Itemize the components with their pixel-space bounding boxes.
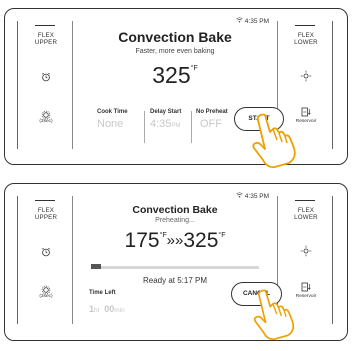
flex-upper-label[interactable]: FLEX UPPER bbox=[18, 32, 74, 46]
time-left: Time Left 1hr 00min bbox=[89, 290, 125, 317]
oven-panel-setup: FLEX UPPER (3sec) FLEX LOWER Reservoir 4… bbox=[4, 8, 348, 168]
current-temperature: 175 bbox=[124, 229, 160, 252]
alarm-clock-icon[interactable] bbox=[18, 244, 74, 262]
alarm-clock-icon[interactable] bbox=[18, 69, 74, 87]
preheat-status: Preheating... bbox=[155, 217, 195, 224]
temperature-progress-readout: 175°F»»325°F bbox=[77, 229, 273, 253]
target-temperature-unit: °F bbox=[218, 232, 226, 239]
progress-track bbox=[91, 265, 259, 269]
flex-upper-label[interactable]: FLEX UPPER bbox=[18, 207, 74, 221]
delay-start-option[interactable]: Delay Start 4:35PM bbox=[150, 109, 181, 149]
no-preheat-value: OFF bbox=[200, 118, 222, 130]
flex-lower-label[interactable]: FLEX LOWER bbox=[278, 207, 334, 221]
flex-upper-indicator bbox=[35, 25, 55, 27]
flex-upper-indicator bbox=[35, 200, 55, 202]
no-preheat-label: No Preheat bbox=[196, 109, 228, 115]
settings-hold-label: (3sec) bbox=[39, 119, 53, 124]
clock-time: 4:35 PM bbox=[244, 193, 269, 200]
delay-start-label: Delay Start bbox=[150, 109, 182, 115]
temperature-unit: °F bbox=[190, 65, 198, 72]
delay-start-value: 4:35PM bbox=[150, 118, 181, 130]
light-icon[interactable] bbox=[278, 69, 334, 87]
oven-panel-preheating: FLEX UPPER (3sec) FLEX LOWER Reservoir 4… bbox=[4, 183, 348, 341]
temperature-value: 325 bbox=[152, 62, 191, 88]
option-divider bbox=[144, 111, 145, 143]
preheat-progress-bar bbox=[91, 264, 259, 270]
cook-time-option[interactable]: Cook Time None bbox=[97, 109, 128, 149]
delay-start-time: 4:35 bbox=[150, 118, 172, 130]
flex-lower-indicator bbox=[295, 25, 315, 27]
current-temperature-unit: °F bbox=[159, 232, 167, 239]
delay-start-ampm: PM bbox=[171, 123, 181, 129]
cook-time-value: None bbox=[97, 118, 124, 130]
page-title: Convection Bake bbox=[118, 29, 232, 45]
main-display: 4:35 PM Convection Bake Preheating... 17… bbox=[77, 192, 273, 328]
set-temperature[interactable]: 325°F bbox=[77, 62, 273, 89]
settings-hold-label: (3sec) bbox=[39, 294, 53, 299]
page-title: Convection Bake bbox=[132, 204, 218, 216]
left-control-column: FLEX UPPER (3sec) bbox=[17, 21, 73, 149]
flex-lower-label[interactable]: FLEX LOWER bbox=[278, 32, 334, 46]
heating-arrow-icon: »» bbox=[166, 232, 184, 249]
progress-fill bbox=[91, 264, 102, 269]
time-left-minutes: 00 bbox=[104, 304, 115, 314]
main-display: 4:35 PM Convection Bake Faster, more eve… bbox=[77, 17, 273, 153]
status-bar: 4:35 PM bbox=[236, 192, 269, 200]
light-icon[interactable] bbox=[278, 244, 334, 262]
clock-time: 4:35 PM bbox=[244, 18, 269, 25]
wifi-icon bbox=[236, 17, 245, 25]
tap-hand-icon bbox=[252, 113, 296, 168]
flex-lower-indicator bbox=[295, 200, 315, 202]
option-divider bbox=[191, 111, 192, 143]
left-control-column: FLEX UPPER (3sec) bbox=[17, 196, 73, 324]
no-preheat-option[interactable]: No Preheat OFF bbox=[196, 109, 228, 149]
time-left-value: 1hr 00min bbox=[89, 299, 125, 317]
time-left-hr-unit: hr bbox=[94, 307, 100, 314]
status-bar: 4:35 PM bbox=[236, 17, 269, 25]
cook-time-label: Cook Time bbox=[97, 109, 128, 115]
tap-hand-icon bbox=[253, 289, 295, 340]
wifi-icon bbox=[236, 192, 245, 200]
target-temperature: 325 bbox=[183, 229, 219, 252]
time-left-min-unit: min bbox=[114, 307, 125, 314]
mode-description: Faster, more even baking bbox=[135, 48, 215, 55]
time-left-label: Time Left bbox=[89, 290, 116, 296]
